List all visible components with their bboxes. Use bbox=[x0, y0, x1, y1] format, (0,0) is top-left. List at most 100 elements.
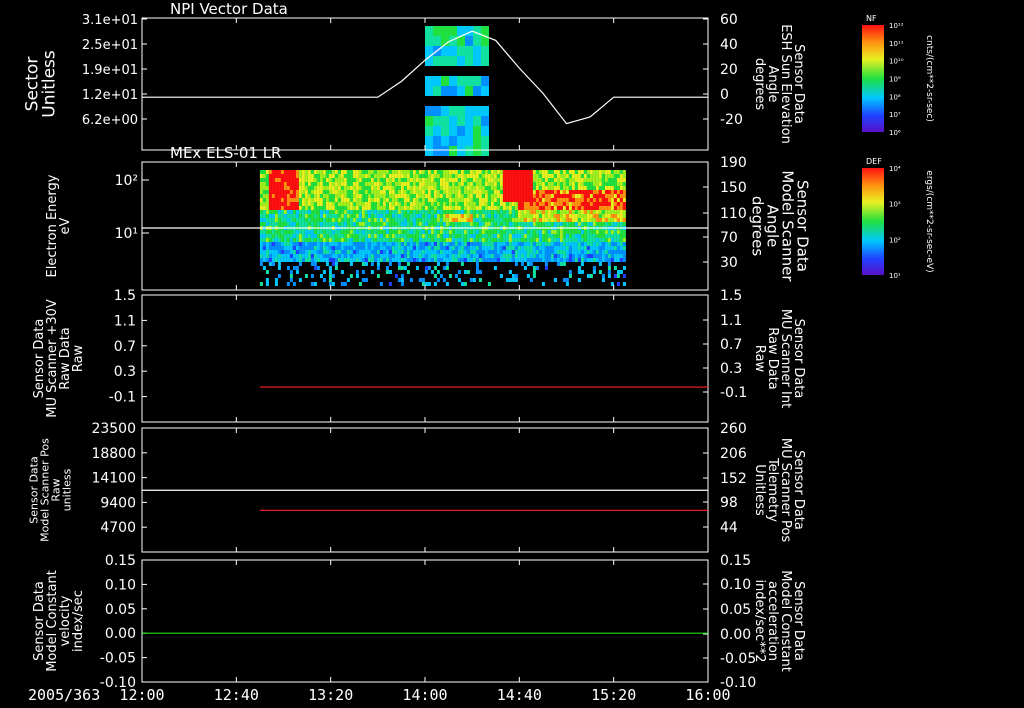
spectrogram-cell bbox=[322, 258, 326, 262]
spectrogram-cell bbox=[295, 174, 299, 178]
spectrogram-cell bbox=[544, 190, 548, 194]
spectrogram-cell bbox=[436, 170, 440, 174]
spectrogram-cell bbox=[508, 258, 512, 262]
spectrogram-cell bbox=[619, 250, 623, 254]
spectrogram-cell bbox=[565, 278, 569, 282]
spectrogram-cell bbox=[598, 222, 602, 226]
spectrogram-cell bbox=[301, 190, 305, 194]
spectrogram-cell bbox=[517, 194, 521, 198]
spectrogram-cell bbox=[619, 182, 623, 186]
spectrogram-cell bbox=[319, 214, 323, 218]
spectrogram-cell bbox=[319, 274, 323, 278]
spectrogram-cell bbox=[441, 116, 449, 126]
spectrogram-cell bbox=[589, 174, 593, 178]
spectrogram-cell bbox=[439, 222, 443, 226]
spectrogram-cell bbox=[589, 258, 593, 262]
spectrogram-cell bbox=[574, 230, 578, 234]
spectrogram-cell bbox=[286, 242, 290, 246]
spectrogram-cell bbox=[355, 238, 359, 242]
spectrogram-cell bbox=[445, 210, 449, 214]
spectrogram-cell bbox=[508, 242, 512, 246]
spectrogram-cell bbox=[295, 230, 299, 234]
spectrogram-cell bbox=[310, 254, 314, 258]
spectrogram-cell bbox=[364, 186, 368, 190]
spectrogram-cell bbox=[565, 218, 569, 222]
spectrogram-cell bbox=[514, 202, 518, 206]
spectrogram-cell bbox=[469, 210, 473, 214]
spectrogram-cell bbox=[613, 170, 617, 174]
spectrogram-cell bbox=[271, 186, 275, 190]
spectrogram-cell bbox=[607, 250, 611, 254]
spectrogram-cell bbox=[328, 218, 332, 222]
spectrogram-cell bbox=[319, 222, 323, 226]
spectrogram-cell bbox=[598, 170, 602, 174]
spectrogram-cell bbox=[361, 198, 365, 202]
spectrogram-cell bbox=[340, 222, 344, 226]
y-tick-label: -0.05 bbox=[100, 651, 136, 667]
spectrogram-cell bbox=[571, 202, 575, 206]
spectrogram-cell bbox=[304, 210, 308, 214]
spectrogram-cell bbox=[505, 238, 509, 242]
spectrogram-cell bbox=[316, 222, 320, 226]
spectrogram-cell bbox=[352, 190, 356, 194]
spectrogram-cell bbox=[262, 230, 266, 234]
spectrogram-cell bbox=[583, 178, 587, 182]
spectrogram-cell bbox=[289, 174, 293, 178]
spectrogram-cell bbox=[316, 194, 320, 198]
spectrogram-cell bbox=[496, 218, 500, 222]
spectrogram-cell bbox=[601, 218, 605, 222]
spectrogram-cell bbox=[556, 246, 560, 250]
spectrogram-cell bbox=[577, 278, 581, 282]
spectrogram-cell bbox=[595, 178, 599, 182]
spectrogram-cell bbox=[553, 222, 557, 226]
spectrogram-cell bbox=[259, 190, 263, 194]
spectrogram-cell bbox=[511, 198, 515, 202]
spectrogram-cell bbox=[361, 214, 365, 218]
spectrogram-cell bbox=[475, 186, 479, 190]
spectrogram-cell bbox=[493, 198, 497, 202]
spectrogram-cell bbox=[538, 250, 542, 254]
spectrogram-cell bbox=[424, 266, 428, 270]
spectrogram-cell bbox=[361, 178, 365, 182]
spectrogram-cell bbox=[403, 254, 407, 258]
spectrogram-cell bbox=[307, 238, 311, 242]
spectrogram-cell bbox=[334, 182, 338, 186]
spectrogram-cell bbox=[367, 170, 371, 174]
spectrogram-cell bbox=[364, 214, 368, 218]
spectrogram-cell bbox=[301, 254, 305, 258]
spectrogram-cell bbox=[499, 178, 503, 182]
spectrogram-cell bbox=[601, 198, 605, 202]
spectrogram-cell bbox=[529, 250, 533, 254]
spectrogram-cell bbox=[280, 202, 284, 206]
spectrogram-cell bbox=[340, 198, 344, 202]
spectrogram-cell bbox=[616, 170, 620, 174]
spectrogram-cell bbox=[286, 198, 290, 202]
spectrogram-cell bbox=[316, 230, 320, 234]
spectrogram-cell bbox=[449, 46, 457, 56]
spectrogram-cell bbox=[439, 186, 443, 190]
spectrogram-cell bbox=[376, 258, 380, 262]
spectrogram-cell bbox=[595, 174, 599, 178]
spectrogram-cell bbox=[535, 230, 539, 234]
spectrogram-cell bbox=[472, 186, 476, 190]
spectrogram-cell bbox=[619, 214, 623, 218]
spectrogram-cell bbox=[613, 190, 617, 194]
spectrogram-cell bbox=[571, 186, 575, 190]
spectrogram-cell bbox=[340, 182, 344, 186]
spectrogram-cell bbox=[295, 190, 299, 194]
spectrogram-cell bbox=[520, 170, 524, 174]
spectrogram-cell bbox=[586, 222, 590, 226]
spectrogram-cell bbox=[523, 190, 527, 194]
spectrogram-cell bbox=[487, 258, 491, 262]
spectrogram-cell bbox=[259, 246, 263, 250]
spectrogram-cell bbox=[304, 202, 308, 206]
spectrogram-cell bbox=[526, 190, 530, 194]
spectrogram-cell bbox=[349, 262, 353, 266]
spectrogram-cell bbox=[292, 214, 296, 218]
spectrogram-cell bbox=[442, 178, 446, 182]
spectrogram-cell bbox=[526, 238, 530, 242]
spectrogram-cell bbox=[340, 254, 344, 258]
spectrogram-cell bbox=[298, 186, 302, 190]
spectrogram-cell bbox=[421, 198, 425, 202]
spectrogram-cell bbox=[529, 214, 533, 218]
